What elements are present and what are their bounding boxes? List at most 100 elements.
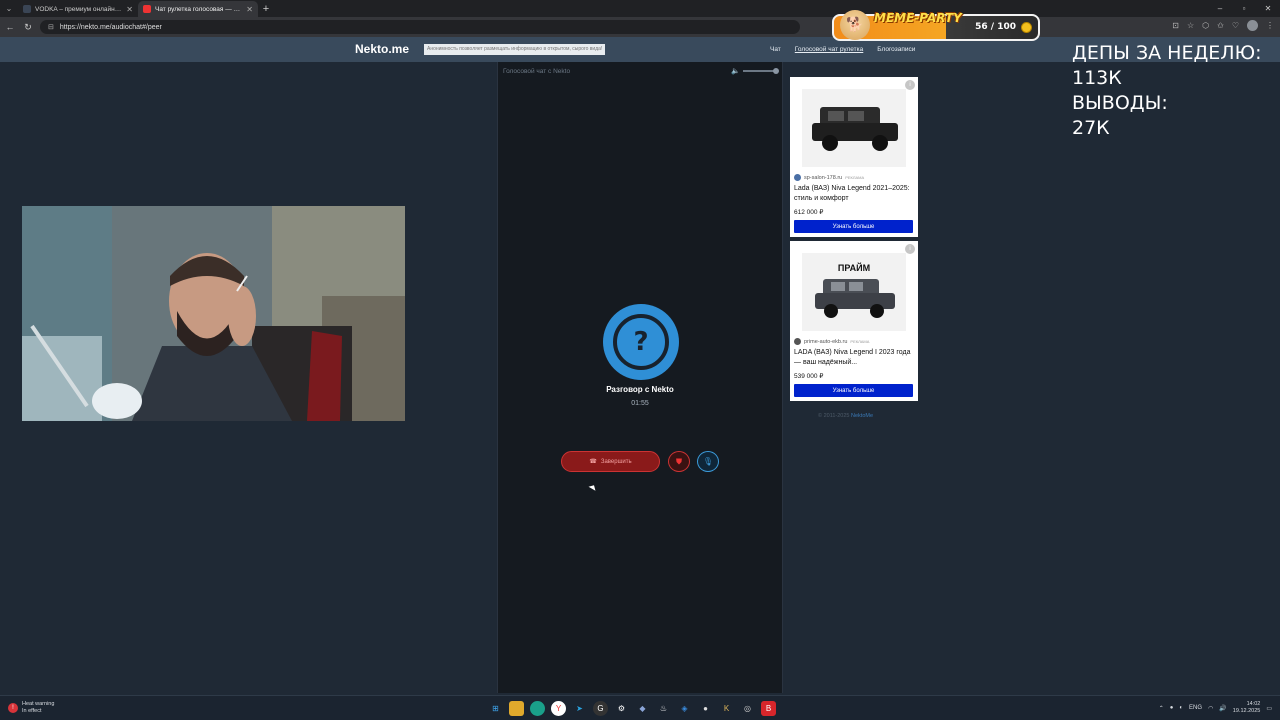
start-icon[interactable]: ⊞ <box>488 701 503 716</box>
notifications-icon[interactable]: ▭ <box>1266 705 1272 712</box>
app-b-icon[interactable]: B <box>761 701 776 716</box>
ad-domain-text: sp-salon-178.ru <box>804 174 843 181</box>
ad-title[interactable]: LADA (ВАЗ) Niva Legend I 2023 года — ваш… <box>794 348 914 368</box>
tab-nekto[interactable]: Чат рулетка голосовая — Nekto ✕ <box>138 1 258 17</box>
site-info-icon[interactable]: ⊟ <box>48 23 54 31</box>
warning-icon: ! <box>8 703 18 713</box>
extension-icon[interactable]: ⬡ <box>1202 21 1209 30</box>
app-k-icon[interactable]: K <box>719 701 734 716</box>
volume-slider[interactable] <box>743 68 779 74</box>
app-shield-icon[interactable]: ◆ <box>635 701 650 716</box>
close-tab-icon[interactable]: ✕ <box>126 5 133 14</box>
toolbar-icons: ⊡ ☆ ⬡ ✩ ♡ ⋮ <box>1172 20 1274 31</box>
yandex-icon[interactable]: Y <box>551 701 566 716</box>
nav-item-voice-roulette[interactable]: Голосовой чат рулетка <box>795 46 863 53</box>
address-bar: ← ↻ ⊟ https://nekto.me/audiochat#/peer ⊡… <box>0 17 1280 37</box>
nav-item-blog[interactable]: Блогозаписи <box>877 46 915 53</box>
ad-cta-button[interactable]: Узнать больше <box>794 384 913 397</box>
close-tab-icon[interactable]: ✕ <box>246 5 253 14</box>
wifi-icon[interactable]: ◠ <box>1208 705 1213 712</box>
site-copyright: © 2011-2025 NektoMe <box>818 413 873 419</box>
settings-icon[interactable]: ⚙ <box>614 701 629 716</box>
question-mark-icon: ? <box>613 314 669 370</box>
meme-party-score: 56 / 100 <box>975 22 1016 32</box>
ad-domain: sp-salon-178.ru реклама <box>794 174 864 181</box>
tab-title: VODKA – премиум онлайн-казино <box>35 5 122 13</box>
bookmarks-icon[interactable]: ✩ <box>1217 21 1224 30</box>
back-icon[interactable]: ← <box>4 21 16 33</box>
anonymity-note: Анонимность позволяет размещать информац… <box>424 44 606 55</box>
meme-party-title: MEME-PARTY <box>874 11 962 25</box>
ad-car-image[interactable] <box>802 89 906 167</box>
hangup-icon: ☎ <box>589 459 597 465</box>
end-call-button[interactable]: ☎ Завершить <box>561 451 660 472</box>
tray-expand-icon[interactable]: ⌃ <box>1159 705 1164 712</box>
maximize-icon[interactable]: ▫ <box>1232 0 1256 17</box>
withdrawals-label: ВЫВОДЫ: <box>1072 92 1168 114</box>
anonymous-avatar: ? <box>603 304 679 380</box>
edge-icon[interactable] <box>530 701 545 716</box>
microphone-icon: 🎙 <box>702 457 714 466</box>
chat-header: Голосовой чат с Nekto 🔈 <box>498 62 782 80</box>
ad-card[interactable]: i ПРАЙМ prime-auto-ekb.ru реклама LADA (… <box>790 241 918 401</box>
volume-control[interactable]: 🔈 <box>731 67 779 75</box>
ad-cta-button[interactable]: Узнать больше <box>794 220 913 233</box>
ad-domain: prime-auto-ekb.ru реклама <box>794 338 869 345</box>
window-controls: – ▫ ✕ <box>1208 0 1280 17</box>
sound-favicon-icon <box>143 5 151 13</box>
app-g-icon[interactable]: G <box>593 701 608 716</box>
heart-icon[interactable]: ♡ <box>1232 21 1239 30</box>
speaker-icon: 🔈 <box>731 68 740 75</box>
clock[interactable]: 14:02 19.12.2025 <box>1233 701 1261 715</box>
language-indicator[interactable]: ENG <box>1189 705 1202 711</box>
url-field[interactable]: ⊟ https://nekto.me/audiochat#/peer <box>40 20 800 34</box>
ad-price: 612 000 ₽ <box>794 209 824 216</box>
ad-info-icon[interactable]: i <box>905 80 915 90</box>
app-circle-icon[interactable]: ◎ <box>740 701 755 716</box>
bookmark-star-icon[interactable]: ☆ <box>1187 21 1194 30</box>
vscode-icon[interactable]: ◈ <box>677 701 692 716</box>
chat-header-title: Голосовой чат с Nekto <box>503 67 571 75</box>
tray-app-icon[interactable]: ● <box>1170 705 1174 711</box>
copyright-text: © 2011-2025 <box>818 413 850 419</box>
tab-search-icon[interactable]: ⌄ <box>0 0 18 17</box>
microphone-button[interactable]: 🎙 <box>697 451 719 472</box>
reload-icon[interactable]: ↻ <box>22 21 34 33</box>
close-window-icon[interactable]: ✕ <box>1256 0 1280 17</box>
browser-tab-bar: ⌄ VODKA – премиум онлайн-казино ✕ Чат ру… <box>0 0 1280 17</box>
stream-stats-overlay: ДЕПЫ ЗА НЕДЕЛЮ: 113К ВЫВОДЫ: 27К <box>1072 41 1262 141</box>
volume-handle[interactable] <box>773 68 779 74</box>
casino-favicon-icon <box>23 5 31 13</box>
ad-card[interactable]: i sp-salon-178.ru реклама Lada (ВАЗ) Niv… <box>790 77 918 237</box>
minimize-icon[interactable]: – <box>1208 0 1232 17</box>
new-tab-icon[interactable]: + <box>258 1 274 17</box>
coin-icon <box>1021 22 1032 33</box>
shield-icon: ⛊ <box>676 456 682 466</box>
telegram-icon[interactable]: ➤ <box>572 701 587 716</box>
system-tray: ⌃ ● ◐ ENG ◠ 🔊 14:02 19.12.2025 ▭ <box>1159 701 1272 715</box>
ad-info-icon[interactable]: i <box>905 244 915 254</box>
webcam-feed <box>22 206 405 421</box>
ad-title[interactable]: Lada (ВАЗ) Niva Legend 2021–2025: стиль … <box>794 184 914 204</box>
ad-car-image[interactable]: ПРАЙМ <box>802 253 906 331</box>
steam-icon[interactable]: ♨ <box>656 701 671 716</box>
tab-vodka[interactable]: VODKA – премиум онлайн-казино ✕ <box>18 1 138 17</box>
voice-chat-panel: Голосовой чат с Nekto 🔈 ? Разговор с Nek… <box>497 62 783 693</box>
site-logo[interactable]: Nekto.me <box>355 42 409 56</box>
explorer-icon[interactable] <box>509 701 524 716</box>
menu-icon[interactable]: ⋮ <box>1266 21 1274 30</box>
copyright-link[interactable]: NektoMe <box>851 413 873 419</box>
install-icon[interactable]: ⊡ <box>1172 21 1179 30</box>
obs-icon[interactable]: ● <box>698 701 713 716</box>
volume-icon[interactable]: 🔊 <box>1219 705 1226 712</box>
weather-widget[interactable]: ! Heat warning In effect <box>8 701 54 715</box>
mouse-cursor <box>588 483 598 491</box>
clock-date: 19.12.2025 <box>1232 708 1261 714</box>
profile-avatar[interactable] <box>1247 20 1258 31</box>
withdrawals-value: 27К <box>1072 117 1110 139</box>
report-button[interactable]: ⛊ <box>668 451 690 472</box>
tray-network-icon[interactable]: ◐ <box>1179 705 1183 711</box>
nav-item-chat[interactable]: Чат <box>770 46 781 53</box>
site-nav: Чат Голосовой чат рулетка Блогозаписи <box>770 46 915 53</box>
ad-badge: реклама <box>845 175 865 180</box>
